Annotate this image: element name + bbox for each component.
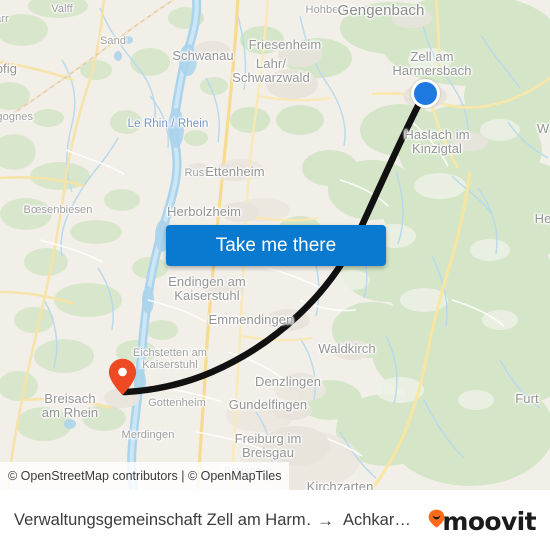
moovit-map-page: ValffarrHohbergGengenbachSandSchwanauFri…	[0, 0, 550, 550]
arrow-right-icon: →	[317, 510, 334, 530]
map-canvas[interactable]: ValffarrHohbergGengenbachSandSchwanauFri…	[0, 0, 550, 490]
moovit-wordmark: moovit	[442, 506, 536, 536]
destination-marker[interactable]	[108, 358, 137, 396]
map-attribution: © OpenStreetMap contributors | © OpenMap…	[0, 462, 290, 490]
trip-footer-bar: Verwaltungsgemeinschaft Zell am Harm… → …	[0, 490, 550, 550]
take-me-there-label: Take me there	[215, 234, 337, 256]
origin-marker[interactable]	[411, 79, 440, 108]
osm-attribution-link[interactable]: © OpenStreetMap contributors	[8, 469, 178, 483]
openmaptiles-attribution-link[interactable]: © OpenMapTiles	[188, 469, 282, 483]
take-me-there-button[interactable]: Take me there	[166, 225, 386, 266]
footer-destination-label: Achkar…	[343, 511, 411, 529]
footer-origin-label: Verwaltungsgemeinschaft Zell am Harm…	[14, 511, 310, 529]
moovit-logo[interactable]: moovit	[428, 506, 537, 536]
